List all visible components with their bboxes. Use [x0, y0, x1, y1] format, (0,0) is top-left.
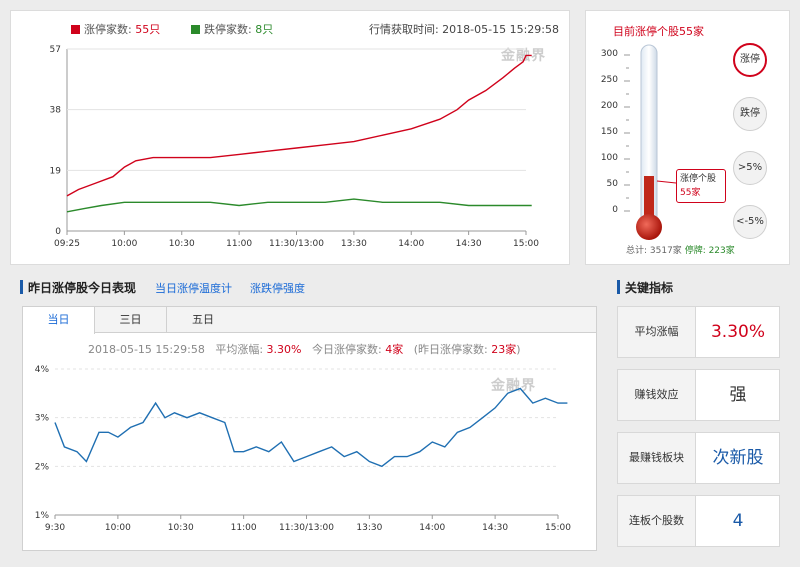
y-tick-label: 38 [50, 106, 62, 116]
kpi-label: 赚钱效应 [618, 370, 696, 420]
section-header-right: 关键指标 [617, 279, 777, 295]
kpi-consecutive-count: 连板个股数 4 [617, 495, 780, 547]
limit-count-chart: 0 19 38 57 09:25 10:00 10:30 11:00 11:30/13:00 13… [50, 45, 540, 249]
kpi-value: 强 [729, 385, 747, 405]
thermometer-panel: 目前涨停个股55家 300 250 200 150 100 50 0 涨停个股 … [585, 10, 790, 265]
kpi-label: 平均涨幅 [618, 307, 696, 357]
limit-down-button[interactable]: 跌停 [733, 97, 767, 131]
x-tick-label: 10:00 [111, 239, 137, 249]
limit-up-button[interactable]: 涨停 [733, 43, 767, 77]
x-tick-label: 14:00 [419, 523, 445, 533]
x-tick-label: 11:30/13:00 [269, 239, 324, 249]
footer-total: 总计: 3517家 [626, 246, 682, 256]
x-tick-label: 9:30 [45, 523, 65, 533]
kpi-avg-gain: 平均涨幅 3.30% [617, 306, 780, 358]
section-accent-bar [20, 280, 23, 294]
x-tick-label: 11:00 [226, 239, 252, 249]
y-tick-label: 0 [55, 227, 61, 237]
thermometer-footer: 总计: 3517家 停牌: 223家 [626, 243, 735, 256]
kpi-value: 3.30% [710, 322, 765, 342]
y-tick-label: 57 [50, 45, 61, 55]
section-header-left: 昨日涨停股今日表现 当日涨停温度计 涨跌停强度 [20, 279, 580, 295]
page-root: 涨停家数: 55只 跌停家数: 8只 行情获取时间: 2018-05-15 15… [0, 0, 800, 567]
fall-over-5-button[interactable]: <-5% [733, 205, 767, 239]
section-title-yesterday: 昨日涨停股今日表现 [28, 281, 137, 295]
x-tick-label: 13:30 [341, 239, 367, 249]
link-strength[interactable]: 涨跌停强度 [250, 280, 305, 296]
kpi-value: 次新股 [712, 448, 764, 468]
x-tick-label: 09:25 [54, 239, 80, 249]
kpi-label: 最赚钱板块 [618, 433, 696, 483]
kpi-profit-effect: 赚钱效应 强 [617, 369, 780, 421]
callout-value: 55家 [680, 188, 701, 198]
kpi-best-sector: 最赚钱板块 次新股 [617, 432, 780, 484]
x-tick-label: 14:30 [482, 523, 508, 533]
series-line-2 [66, 198, 532, 213]
x-tick-label: 13:30 [356, 523, 382, 533]
rise-over-5-button[interactable]: >5% [733, 151, 767, 185]
x-tick-label: 15:00 [545, 523, 571, 533]
y-tick-label: 3% [35, 414, 50, 424]
x-tick-label: 14:00 [398, 239, 424, 249]
thermometer-callout: 涨停个股 55家 [676, 169, 726, 203]
section-accent-bar [617, 280, 620, 294]
x-tick-label: 15:00 [513, 239, 539, 249]
series-line-1 [54, 387, 568, 468]
y-tick-label: 4% [35, 365, 50, 375]
performance-chart-panel: 当日 三日 五日 2018-05-15 15:29:58 平均涨幅: 3.30%… [22, 306, 597, 551]
x-tick-label: 14:30 [456, 239, 482, 249]
y-tick-label: 2% [35, 462, 50, 472]
kpi-value: 4 [732, 511, 744, 531]
callout-label: 涨停个股 [680, 174, 717, 184]
footer-suspended: 停牌: 223家 [684, 246, 735, 256]
x-tick-label: 10:00 [105, 523, 131, 533]
limit-count-chart-panel: 涨停家数: 55只 跌停家数: 8只 行情获取时间: 2018-05-15 15… [10, 10, 570, 265]
x-tick-label: 11:00 [231, 523, 257, 533]
link-thermometer[interactable]: 当日涨停温度计 [155, 280, 232, 296]
x-tick-label: 10:30 [169, 239, 195, 249]
section-title-key-metrics: 关键指标 [625, 281, 674, 295]
y-tick-label: 1% [35, 511, 50, 521]
series-line-1 [66, 54, 532, 197]
kpi-label: 连板个股数 [618, 496, 696, 546]
performance-chart: 1% 2% 3% 4% 9:30 10:00 10:30 11:00 11:30/13:00 13… [35, 365, 572, 533]
x-tick-label: 11:30/13:00 [279, 523, 334, 533]
y-tick-label: 19 [50, 166, 62, 176]
x-tick-label: 10:30 [168, 523, 194, 533]
